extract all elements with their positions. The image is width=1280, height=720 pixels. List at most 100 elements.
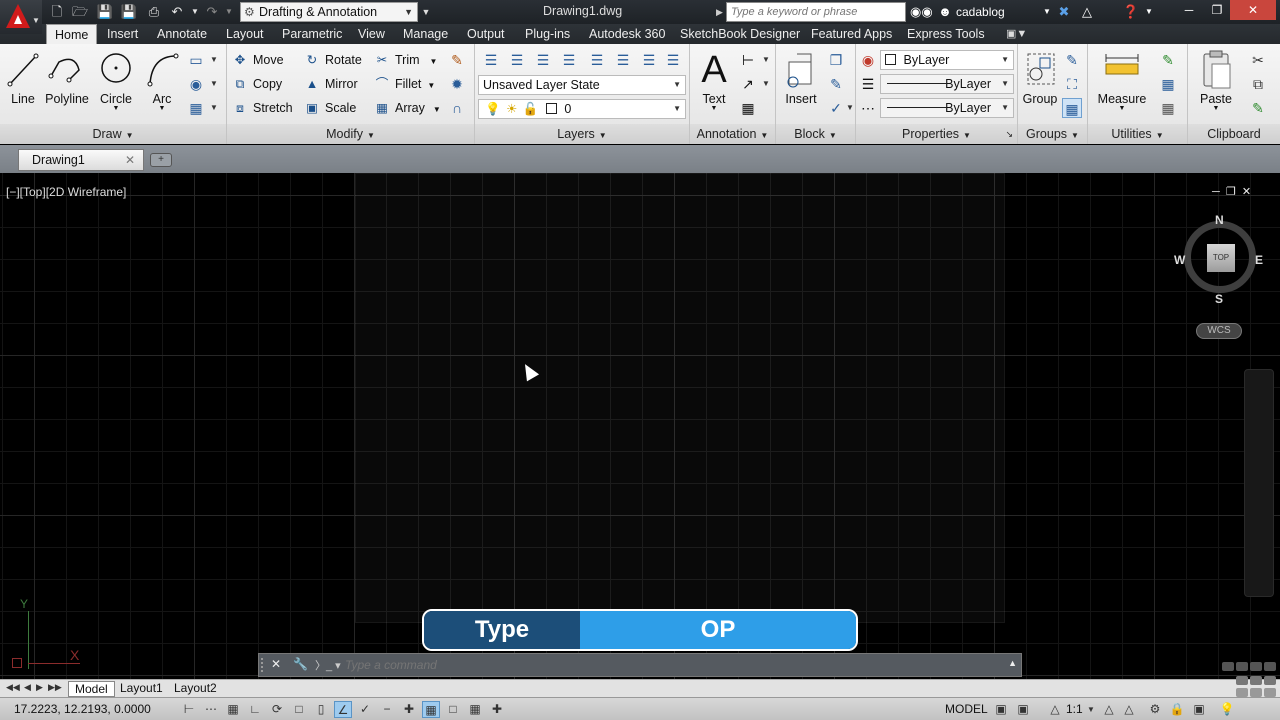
- first-layout-icon[interactable]: ◀◀: [6, 682, 20, 693]
- tab-plug-ins[interactable]: Plug-ins: [517, 24, 578, 44]
- chevron-down-icon[interactable]: ▼: [756, 74, 776, 94]
- draw-panel-title[interactable]: Draw ▼: [0, 124, 226, 144]
- boundary-icon[interactable]: ▦: [186, 98, 206, 118]
- clipboard-panel-title[interactable]: Clipboard: [1188, 124, 1280, 144]
- layout-tab-layout2[interactable]: Layout2: [168, 681, 223, 697]
- create-block-icon[interactable]: ❐: [826, 50, 846, 70]
- chevron-down-icon[interactable]: ▼: [204, 98, 224, 118]
- layer-freeze-icon[interactable]: ☰: [587, 50, 607, 70]
- calculator-icon[interactable]: ▦: [1158, 98, 1178, 118]
- annotation-monitor-icon[interactable]: ✚: [488, 701, 506, 718]
- chevron-down-icon[interactable]: ▼: [1140, 3, 1158, 21]
- quick-properties-icon[interactable]: □: [444, 701, 462, 718]
- hatch-icon[interactable]: ◉: [186, 74, 206, 94]
- table-icon[interactable]: ▦: [738, 98, 758, 118]
- workspace-dropdown[interactable]: ⚙ Drafting & Annotation ▼: [240, 2, 418, 22]
- quick-view-drawings-icon[interactable]: ▣: [1014, 701, 1032, 718]
- quick-select-icon[interactable]: ✎: [1158, 50, 1178, 70]
- compass-south[interactable]: S: [1215, 292, 1223, 306]
- undo-dropdown-icon[interactable]: ▼: [186, 3, 204, 21]
- viewport-window-controls[interactable]: ─ ❐ ✕: [1212, 185, 1251, 198]
- exchange-icon[interactable]: ✖: [1055, 3, 1073, 21]
- arc-button[interactable]: Arc ▼: [144, 48, 180, 112]
- copy-button[interactable]: ⧉ Copy: [231, 73, 283, 95]
- tab-insert[interactable]: Insert: [99, 24, 146, 44]
- layer-isolate-icon[interactable]: ☰: [533, 50, 553, 70]
- hardware-acceleration-icon[interactable]: ▣: [1190, 701, 1208, 718]
- dynamic-input-icon[interactable]: −: [378, 701, 396, 718]
- open-folder-icon[interactable]: 🗁: [71, 3, 89, 21]
- osnap-icon[interactable]: □: [290, 701, 308, 718]
- mirror-button[interactable]: ▲ Mirror: [303, 73, 358, 95]
- annotation-scale-add-icon[interactable]: △: [1120, 701, 1138, 718]
- navigation-bar[interactable]: [1244, 369, 1274, 597]
- drawing-canvas[interactable]: [−][Top][2D Wireframe] ─ ❐ ✕ TOP N S E W…: [0, 173, 1280, 679]
- new-drawing-tab-button[interactable]: +: [150, 153, 172, 167]
- modify-panel-title[interactable]: Modify ▼: [227, 124, 474, 144]
- layer-state-icon[interactable]: ☰: [507, 50, 527, 70]
- infer-constraints-icon[interactable]: ⊢: [180, 701, 198, 718]
- chevron-down-icon[interactable]: ▼: [1038, 3, 1056, 21]
- chevron-up-icon[interactable]: ▲: [1008, 658, 1017, 668]
- scale-button[interactable]: ▣ Scale: [303, 97, 356, 119]
- chevron-down-icon[interactable]: ▼: [204, 50, 224, 70]
- layer-match-icon[interactable]: ☰: [663, 50, 683, 70]
- chevron-down-icon[interactable]: ▼: [204, 74, 224, 94]
- model-space-toggle[interactable]: MODEL: [945, 702, 988, 716]
- annotation-scale-dropdown[interactable]: 1:1: [1066, 702, 1083, 716]
- annotation-visibility-icon[interactable]: △: [1046, 701, 1064, 718]
- print-icon[interactable]: ⎙: [145, 3, 163, 21]
- wrench-icon[interactable]: 🔧: [293, 657, 308, 671]
- stretch-button[interactable]: ⧈ Stretch: [231, 97, 293, 119]
- dialog-launcher-icon[interactable]: ↘: [1005, 124, 1013, 144]
- measure-button[interactable]: Measure ▼: [1094, 48, 1150, 112]
- grid-display-icon[interactable]: ▦: [224, 701, 242, 718]
- next-layout-icon[interactable]: ▶: [36, 682, 43, 693]
- utilities-panel-title[interactable]: Utilities ▼: [1088, 124, 1187, 144]
- group-selection-icon[interactable]: ▦: [1062, 98, 1082, 118]
- move-button[interactable]: ✥ Move: [231, 49, 284, 71]
- transparency-icon[interactable]: ▦: [422, 701, 440, 718]
- select-all-icon[interactable]: ▦: [1158, 74, 1178, 94]
- copy-clip-icon[interactable]: ⧉: [1248, 74, 1268, 94]
- group-button[interactable]: Group: [1020, 48, 1060, 106]
- 3d-osnap-icon[interactable]: ▯: [312, 701, 330, 718]
- fillet-button[interactable]: ⌒ Fillet ▼: [373, 73, 436, 95]
- linetype-dropdown[interactable]: ByLayer ▼: [880, 74, 1014, 94]
- array-button[interactable]: ▦ Array ▼: [373, 97, 441, 119]
- polyline-button[interactable]: Polyline: [44, 48, 90, 106]
- circle-button[interactable]: Circle ▼: [98, 48, 134, 112]
- redo-icon[interactable]: ↷: [203, 3, 221, 21]
- restore-window-button[interactable]: ❐: [1206, 0, 1228, 20]
- tab-home[interactable]: Home: [46, 24, 98, 44]
- compass-east[interactable]: E: [1255, 253, 1263, 267]
- rectangle-icon[interactable]: ▭: [186, 50, 206, 70]
- group-edit-icon[interactable]: ⛶: [1062, 74, 1082, 94]
- snap-mode-icon[interactable]: ⋯: [202, 701, 220, 718]
- new-file-icon[interactable]: 🗋: [48, 3, 66, 21]
- tab-view[interactable]: View: [350, 24, 393, 44]
- chevron-down-icon[interactable]: ▼: [756, 50, 776, 70]
- layer-state-dropdown[interactable]: Unsaved Layer State ▼: [478, 75, 686, 95]
- command-input[interactable]: [345, 656, 995, 674]
- clean-screen-icon[interactable]: [1218, 660, 1280, 700]
- search-arrow-icon[interactable]: ▶: [716, 3, 723, 21]
- match-properties-icon[interactable]: ◉: [858, 50, 878, 70]
- layers-panel-title[interactable]: Layers ▼: [475, 124, 689, 144]
- autodesk-360-icon[interactable]: △: [1078, 3, 1096, 21]
- layout-tab-layout1[interactable]: Layout1: [114, 681, 169, 697]
- application-menu-button[interactable]: ▼: [0, 0, 42, 34]
- lineweight-toggle-icon[interactable]: ✚: [400, 701, 418, 718]
- close-icon[interactable]: ✕: [125, 150, 135, 170]
- last-layout-icon[interactable]: ▶▶: [48, 682, 62, 693]
- compass-north[interactable]: N: [1215, 213, 1224, 227]
- customize-quick-access-icon[interactable]: ▼: [420, 3, 432, 21]
- lock-icon[interactable]: 🔒: [1168, 701, 1186, 718]
- viewcube-top-face[interactable]: TOP: [1207, 244, 1235, 272]
- cut-icon[interactable]: ✂: [1248, 50, 1268, 70]
- undo-icon[interactable]: ↶: [168, 3, 186, 21]
- color-dropdown[interactable]: ByLayer ▼: [880, 50, 1014, 70]
- layer-dropdown[interactable]: 💡 ☀ 🔓 0 ▼: [478, 99, 686, 119]
- text-button[interactable]: A Text ▼: [696, 48, 732, 112]
- close-icon[interactable]: ✕: [271, 657, 281, 671]
